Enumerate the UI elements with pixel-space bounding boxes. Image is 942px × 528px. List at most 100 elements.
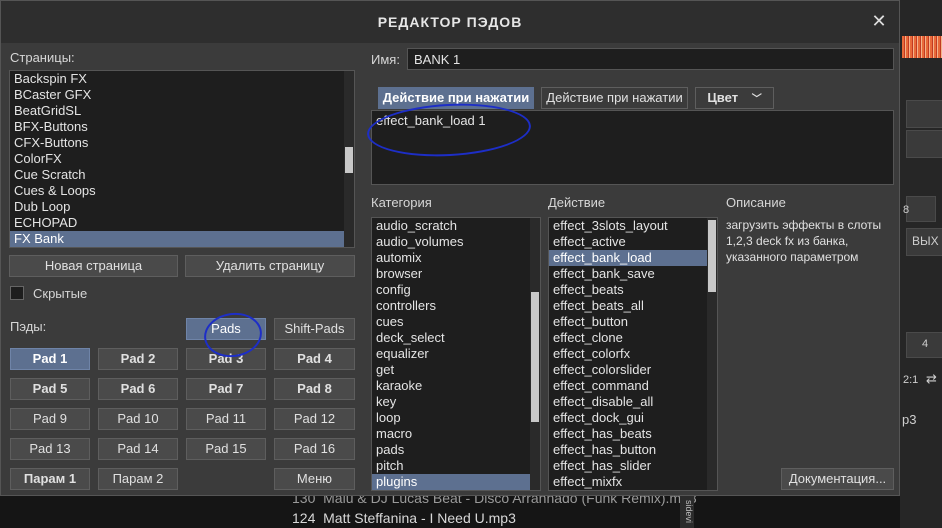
track-row: 124 Matt Steffanina - I Need U.mp3 xyxy=(292,510,516,526)
category-list-item[interactable]: loop xyxy=(372,410,540,426)
action-list-item[interactable]: effect_active xyxy=(549,234,717,250)
pad-button[interactable]: Pad 8 xyxy=(274,378,355,400)
page-list-item[interactable]: Backspin FX xyxy=(10,71,354,87)
page-list-item[interactable]: Cue Scratch xyxy=(10,167,354,183)
category-list-item[interactable]: equalizer xyxy=(372,346,540,362)
category-list-item[interactable]: karaoke xyxy=(372,378,540,394)
pad-button[interactable]: Pad 10 xyxy=(98,408,178,430)
delete-page-button[interactable]: Удалить страницу xyxy=(185,255,355,277)
color-label: Цвет xyxy=(707,90,739,105)
description-label: Описание xyxy=(726,195,786,210)
track-number: 124 xyxy=(292,510,316,526)
action-list-item[interactable]: effect_colorfx xyxy=(549,346,717,362)
category-list-item[interactable]: automix xyxy=(372,250,540,266)
action-list-item[interactable]: effect_has_beats xyxy=(549,426,717,442)
pages-scrollbar[interactable] xyxy=(344,71,354,247)
category-scrollbar[interactable] xyxy=(530,218,540,490)
action-list-item[interactable]: effect_disable_all xyxy=(549,394,717,410)
category-list-item[interactable]: macro xyxy=(372,426,540,442)
background-output-label: ВЫХ xyxy=(912,234,939,248)
close-icon[interactable]: ✕ xyxy=(869,11,889,31)
action-list-item[interactable]: effect_beats_all xyxy=(549,298,717,314)
param2-button[interactable]: Парам 2 xyxy=(98,468,178,490)
category-list-item[interactable]: controllers xyxy=(372,298,540,314)
category-list-item[interactable]: pads xyxy=(372,442,540,458)
tab-shift-pads[interactable]: Shift-Pads xyxy=(274,318,355,340)
action-label: Действие xyxy=(548,195,606,210)
page-list-item[interactable]: ECHOPAD xyxy=(10,215,354,231)
color-dropdown[interactable]: Цвет ﹀ xyxy=(695,87,774,109)
hidden-checkbox[interactable] xyxy=(10,286,24,300)
page-list-item[interactable]: FX Bank xyxy=(10,231,354,247)
scrollbar-thumb[interactable] xyxy=(708,220,716,292)
action-list-item[interactable]: effect_dock_gui xyxy=(549,410,717,426)
pad-button[interactable]: Pad 12 xyxy=(274,408,355,430)
param1-button[interactable]: Парам 1 xyxy=(10,468,90,490)
chevron-down-icon: ﹀ xyxy=(751,94,762,105)
pad-button[interactable]: Pad 14 xyxy=(98,438,178,460)
action-list-item[interactable]: effect_colorslider xyxy=(549,362,717,378)
pad-button[interactable]: Pad 5 xyxy=(10,378,90,400)
category-list-item[interactable]: audio_scratch xyxy=(372,218,540,234)
pages-list[interactable]: Backspin FX BCaster GFX BeatGridSL BFX-Butt… xyxy=(9,70,355,248)
pad-button[interactable]: Pad 4 xyxy=(274,348,355,370)
pad-button[interactable]: Pad 11 xyxy=(186,408,266,430)
page-list-item[interactable]: BCaster GFX xyxy=(10,87,354,103)
pad-button[interactable]: Pad 1 xyxy=(10,348,90,370)
action-list-item[interactable]: effect_beats xyxy=(549,282,717,298)
action-list-item[interactable]: effect_command xyxy=(549,378,717,394)
pad-button[interactable]: Pad 13 xyxy=(10,438,90,460)
category-list[interactable]: audio_scratch audio_volumes automix browser… xyxy=(371,217,541,491)
category-list-item[interactable]: pitch xyxy=(372,458,540,474)
track-title: Matt Steffanina - I Need U.mp3 xyxy=(323,510,516,526)
documentation-button[interactable]: Документация... xyxy=(781,468,894,490)
action-list-item[interactable]: effect_has_slider xyxy=(549,458,717,474)
background-app-panel xyxy=(900,0,942,528)
pad-button[interactable]: Pad 6 xyxy=(98,378,178,400)
page-list-item[interactable]: Cues & Loops xyxy=(10,183,354,199)
background-button xyxy=(906,196,936,222)
category-list-item[interactable]: get xyxy=(372,362,540,378)
action-list-item[interactable]: effect_clone xyxy=(549,330,717,346)
category-list-item[interactable]: browser xyxy=(372,266,540,282)
category-label: Категория xyxy=(371,195,432,210)
page-list-item[interactable]: ColorFX xyxy=(10,151,354,167)
pad-button[interactable]: Pad 15 xyxy=(186,438,266,460)
category-list-item[interactable]: key xyxy=(372,394,540,410)
pad-button[interactable]: Pad 7 xyxy=(186,378,266,400)
pad-button[interactable]: Pad 16 xyxy=(274,438,355,460)
action-list[interactable]: effect_3slots_layout effect_active effect_… xyxy=(548,217,718,491)
category-list-item[interactable]: audio_volumes xyxy=(372,234,540,250)
background-button xyxy=(906,100,942,128)
pages-label: Страницы: xyxy=(10,50,75,65)
hidden-label: Скрытые xyxy=(33,286,88,301)
tab-action-on-press-2[interactable]: Действие при нажатии xyxy=(541,87,688,109)
page-list-item[interactable]: CFX-Buttons xyxy=(10,135,354,151)
page-list-item[interactable]: BFX-Buttons xyxy=(10,119,354,135)
menu-button[interactable]: Меню xyxy=(274,468,355,490)
category-list-item[interactable]: config xyxy=(372,282,540,298)
action-scrollbar[interactable] xyxy=(707,218,717,490)
scrollbar-thumb[interactable] xyxy=(531,292,539,422)
action-list-item[interactable]: effect_3slots_layout xyxy=(549,218,717,234)
new-page-button[interactable]: Новая страница xyxy=(9,255,178,277)
description-text: загрузить эффекты в слоты 1,2,3 deck fx … xyxy=(726,218,882,264)
action-list-item[interactable]: effect_bank_load xyxy=(549,250,717,266)
category-list-item[interactable]: cues xyxy=(372,314,540,330)
action-list-item[interactable]: effect_button xyxy=(549,314,717,330)
action-list-item[interactable]: effect_bank_save xyxy=(549,266,717,282)
action-list-item[interactable]: effect_mixfx xyxy=(549,474,717,490)
sideview-tab: sidevi xyxy=(680,496,694,528)
background-value: 4 xyxy=(922,338,929,350)
category-list-item[interactable]: deck_select xyxy=(372,330,540,346)
pad-button[interactable]: Pad 9 xyxy=(10,408,90,430)
name-input[interactable] xyxy=(407,48,894,70)
page-list-item[interactable]: BeatGridSL xyxy=(10,103,354,119)
page-list-item[interactable]: Dub Loop xyxy=(10,199,354,215)
action-list-item[interactable]: effect_has_button xyxy=(549,442,717,458)
category-list-item[interactable]: plugins xyxy=(372,474,540,490)
dialog-title: РЕДАКТОР ПЭДОВ xyxy=(377,14,523,30)
pad-button[interactable]: Pad 2 xyxy=(98,348,178,370)
scrollbar-thumb[interactable] xyxy=(345,147,353,173)
pads-label: Пэды: xyxy=(10,319,47,334)
